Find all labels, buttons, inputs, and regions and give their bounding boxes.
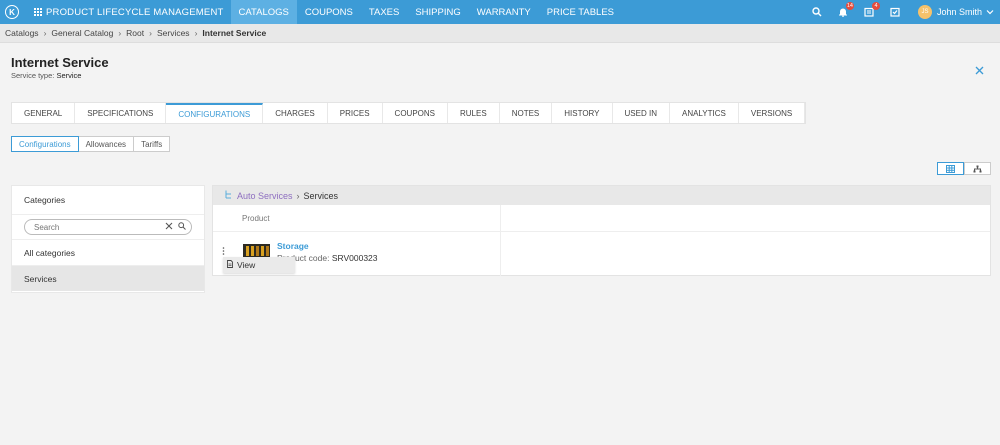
nav-warranty[interactable]: WARRANTY — [469, 0, 539, 24]
main-tabs: GENERAL SPECIFICATIONS CONFIGURATIONS CH… — [11, 102, 807, 124]
nav-coupons[interactable]: COUPONS — [297, 0, 361, 24]
tab-analytics[interactable]: ANALYTICS — [670, 103, 739, 123]
subtab-allowances[interactable]: Allowances — [77, 136, 135, 152]
product-name-link[interactable]: Storage — [277, 241, 309, 251]
page-title: Internet Service — [11, 55, 109, 70]
breadcrumb-general-catalog[interactable]: General Catalog — [51, 28, 113, 38]
app-title-label: PRODUCT LIFECYCLE MANAGEMENT — [46, 6, 224, 18]
subtab-configurations[interactable]: Configurations — [11, 136, 79, 152]
product-thumbnail — [243, 244, 270, 258]
tab-rules[interactable]: RULES — [448, 103, 500, 123]
tab-used-in[interactable]: USED IN — [613, 103, 670, 123]
product-path: Auto Services › Services — [213, 186, 990, 205]
chevron-right-icon: › — [194, 28, 198, 38]
table-header: Product — [213, 205, 990, 232]
category-services[interactable]: Services — [12, 265, 204, 291]
breadcrumb-current: Internet Service — [202, 28, 267, 38]
path-current: Services — [303, 190, 339, 201]
chevron-right-icon: › — [118, 28, 122, 38]
list-view-button[interactable] — [937, 162, 964, 175]
row-context-menu: View — [223, 257, 295, 273]
search-icon[interactable] — [178, 222, 186, 232]
category-search-input[interactable] — [34, 222, 165, 232]
chevron-right-icon: › — [149, 28, 152, 38]
hierarchy-icon — [973, 165, 982, 172]
menu-item-view[interactable]: View — [237, 260, 255, 270]
tab-prices[interactable]: PRICES — [328, 103, 383, 123]
tab-configurations[interactable]: CONFIGURATIONS — [166, 103, 264, 123]
subtab-tariffs[interactable]: Tariffs — [133, 136, 171, 152]
nav-shipping[interactable]: SHIPPING — [407, 0, 468, 24]
tab-versions[interactable]: VERSIONS — [739, 103, 806, 123]
subtitle-label: Service type: — [11, 71, 55, 80]
tree-icon — [225, 190, 233, 201]
tab-specifications[interactable]: SPECIFICATIONS — [75, 103, 167, 123]
search-icon[interactable] — [812, 7, 822, 17]
user-name[interactable]: John Smith — [937, 7, 982, 17]
breadcrumb-root[interactable]: Root — [126, 28, 144, 38]
tree-view-button[interactable] — [964, 162, 991, 175]
tab-general[interactable]: GENERAL — [12, 103, 76, 123]
path-link-auto-services[interactable]: Auto Services — [237, 191, 293, 201]
categories-panel: Categories All categories Services — [11, 185, 205, 293]
nav-taxes[interactable]: TAXES — [361, 0, 407, 24]
apps-grid-icon — [34, 8, 42, 16]
chevron-right-icon: › — [296, 190, 300, 201]
notifications-badge: 14 — [845, 2, 854, 10]
products-panel: Auto Services › Services Product Storage… — [212, 185, 991, 276]
topbar-right: 14 4 JS John Smith — [804, 0, 1000, 24]
top-navigation-bar: K PRODUCT LIFECYCLE MANAGEMENT CATALOGS … — [0, 0, 1000, 24]
nav-price-tables[interactable]: PRICE TABLES — [539, 0, 622, 24]
main-nav: CATALOGS COUPONS TAXES SHIPPING WARRANTY… — [230, 0, 622, 24]
column-header-product: Product — [213, 205, 501, 231]
chevron-down-icon[interactable] — [986, 8, 994, 17]
tasks-icon[interactable]: 4 — [864, 2, 880, 17]
view-toggle — [937, 162, 991, 175]
app-title[interactable]: PRODUCT LIFECYCLE MANAGEMENT — [34, 0, 224, 24]
checklist-icon[interactable] — [890, 7, 900, 17]
tab-coupons[interactable]: COUPONS — [383, 103, 448, 123]
more-vertical-icon[interactable] — [222, 247, 225, 257]
breadcrumb-services[interactable]: Services — [157, 28, 190, 38]
sub-tabs: Configurations Allowances Tariffs — [11, 136, 171, 152]
tasks-badge: 4 — [871, 2, 880, 10]
clear-icon[interactable] — [165, 222, 173, 232]
document-icon — [227, 260, 233, 270]
tab-history[interactable]: HISTORY — [552, 103, 613, 123]
breadcrumb-catalogs[interactable]: Catalogs — [5, 28, 39, 38]
nav-catalogs[interactable]: CATALOGS — [230, 0, 297, 24]
close-icon[interactable] — [975, 64, 984, 78]
tab-notes[interactable]: NOTES — [500, 103, 553, 123]
breadcrumb: Catalogs › General Catalog › Root › Serv… — [0, 24, 1000, 43]
subtitle-value: Service — [56, 71, 82, 80]
chevron-right-icon: › — [43, 28, 47, 38]
table-row: Storage Product code: SRV000323 — [213, 232, 990, 276]
bell-icon[interactable]: 14 — [838, 2, 854, 17]
categories-title: Categories — [12, 186, 204, 215]
category-all[interactable]: All categories — [12, 239, 204, 265]
list-view-icon — [946, 164, 955, 173]
category-search — [24, 219, 192, 235]
user-avatar[interactable]: JS — [917, 5, 932, 19]
product-code-value: SRV000323 — [331, 253, 378, 263]
tab-charges[interactable]: CHARGES — [263, 103, 328, 123]
page-subtitle: Service type: Service — [11, 71, 81, 80]
app-logo[interactable]: K — [5, 5, 19, 19]
